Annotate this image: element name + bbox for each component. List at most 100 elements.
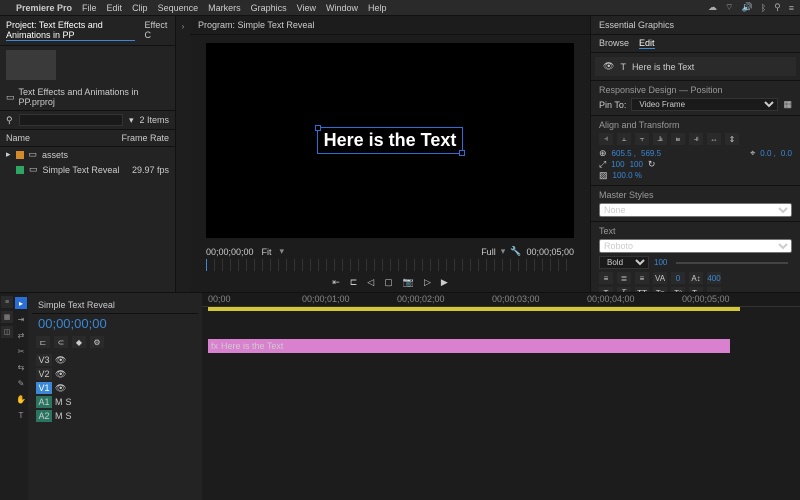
work-area-bar[interactable] <box>208 307 740 311</box>
anc-y[interactable]: 0.0 <box>781 149 792 158</box>
track-select-icon[interactable]: ⇥ <box>15 313 27 325</box>
chevron-icon[interactable]: › <box>177 20 189 32</box>
align-bottom-icon[interactable]: ⫣ <box>689 133 703 145</box>
type-tool-icon[interactable]: T <box>15 409 27 421</box>
superscript-icon[interactable]: T² <box>671 287 685 292</box>
play-button[interactable]: ▶ <box>441 277 448 288</box>
text-layer[interactable]: Here is the Text <box>317 127 464 154</box>
pin-to-select[interactable]: Video Frame <box>631 98 778 111</box>
playhead-icon[interactable] <box>206 259 207 271</box>
selection-tool-icon[interactable]: ▸ <box>15 297 27 309</box>
bin-row[interactable]: ▸ ▭ assets <box>0 147 175 162</box>
timeline-canvas[interactable]: 00;00 00;00;01;00 00;00;02;00 00;00;03;0… <box>202 293 800 500</box>
leading-value[interactable]: 400 <box>707 272 721 284</box>
align-right-icon[interactable]: ⫟ <box>635 133 649 145</box>
snap-icon[interactable]: ⊏ <box>36 336 50 348</box>
cloud-icon[interactable]: ☁ <box>708 2 717 13</box>
track-a1[interactable]: A1 <box>36 396 52 408</box>
tab-project[interactable]: Project: Text Effects and Animations in … <box>6 20 135 41</box>
align-right-text-icon[interactable]: ≡ <box>635 272 649 284</box>
step-fwd-button[interactable]: ▷ <box>424 277 431 288</box>
track-v2[interactable]: V2 <box>36 368 52 380</box>
align-top-icon[interactable]: ⫡ <box>653 133 667 145</box>
align-left-text-icon[interactable]: ≡ <box>599 272 613 284</box>
mark-in-button[interactable]: ⇤ <box>332 277 340 288</box>
underline-icon[interactable]: _ <box>707 287 721 292</box>
menu-markers[interactable]: Markers <box>208 3 241 13</box>
faux-bold-icon[interactable]: T <box>599 287 613 292</box>
wifi-icon[interactable]: ⌔ <box>725 2 733 13</box>
distribute-h-icon[interactable]: ⇔ <box>707 133 721 145</box>
filter-icon[interactable]: ▾ <box>129 115 134 126</box>
leading-icon[interactable]: A↕ <box>689 272 703 284</box>
track-a2[interactable]: A2 <box>36 410 52 422</box>
font-weight-select[interactable]: Bold <box>599 256 649 269</box>
settings-icon[interactable]: ⚙ <box>90 336 104 348</box>
hand-tool-icon[interactable]: ✋ <box>15 393 27 405</box>
align-center-text-icon[interactable]: ≣ <box>617 272 631 284</box>
font-size[interactable]: 100 <box>654 258 667 267</box>
subscript-icon[interactable]: T₂ <box>689 287 703 292</box>
razor-tool-icon[interactable]: ✂ <box>15 345 27 357</box>
menu-edit[interactable]: Edit <box>107 3 123 13</box>
scale-h[interactable]: 100 <box>630 160 643 169</box>
video-clip[interactable]: fxHere is the Text <box>208 339 730 353</box>
pos-y[interactable]: 569.5 <box>641 149 661 158</box>
pos-x[interactable]: 605.5 , <box>612 149 636 158</box>
timeline-ruler[interactable]: 00;00 00;00;01;00 00;00;02;00 00;00;03;0… <box>202 293 800 307</box>
tab-timeline[interactable]: Simple Text Reveal <box>38 300 115 310</box>
menu-file[interactable]: File <box>82 3 97 13</box>
toggle-output-icon[interactable]: 👁 <box>55 369 66 380</box>
list-view-icon[interactable]: ≡ <box>1 296 13 308</box>
sequence-row[interactable]: ▭ Simple Text Reveal 29.97 fps <box>0 162 175 177</box>
tab-program[interactable]: Program: Simple Text Reveal <box>198 20 314 30</box>
volume-icon[interactable]: 🔊 <box>742 2 753 13</box>
bluetooth-icon[interactable]: ᛒ <box>761 3 766 13</box>
ripple-edit-icon[interactable]: ⇄ <box>15 329 27 341</box>
allcaps-icon[interactable]: TT <box>635 287 649 292</box>
program-ruler[interactable] <box>206 259 574 271</box>
eye-icon[interactable]: 👁 <box>603 61 614 72</box>
marker-icon[interactable]: ◆ <box>72 336 86 348</box>
col-name[interactable]: Name <box>6 133 121 143</box>
track-v1[interactable]: V1 <box>36 382 52 394</box>
export-frame-button[interactable]: 📷 <box>403 277 414 288</box>
icon-view-icon[interactable]: ▦ <box>1 311 13 323</box>
size-slider[interactable] <box>676 262 788 264</box>
font-select[interactable]: Roboto <box>599 239 792 253</box>
menu-help[interactable]: Help <box>368 3 387 13</box>
menu-graphics[interactable]: Graphics <box>251 3 287 13</box>
toggle-output-icon[interactable]: 👁 <box>55 383 66 394</box>
menu-view[interactable]: View <box>297 3 316 13</box>
track-v3[interactable]: V3 <box>36 354 52 366</box>
tracking-icon[interactable]: VA <box>653 272 667 284</box>
align-hcenter-icon[interactable]: ⫠ <box>617 133 631 145</box>
tab-browse[interactable]: Browse <box>599 38 629 49</box>
quality[interactable]: Full <box>481 247 496 257</box>
layer-row[interactable]: 👁 T Here is the Text <box>595 57 796 76</box>
menu-clip[interactable]: Clip <box>132 3 148 13</box>
insert-button[interactable]: ⊏ <box>350 277 358 288</box>
tab-effects[interactable]: Effect C <box>145 20 169 41</box>
timeline-timecode[interactable]: 00;00;00;00 <box>32 314 198 333</box>
tab-edit[interactable]: Edit <box>639 38 655 49</box>
zoom-fit[interactable]: Fit <box>262 247 272 257</box>
anc-x[interactable]: 0.0 , <box>760 149 776 158</box>
freeform-icon[interactable]: ◫ <box>1 326 13 338</box>
disclosure-icon[interactable]: ▸ <box>6 149 11 160</box>
linked-icon[interactable]: ⊂ <box>54 336 68 348</box>
distribute-v-icon[interactable]: ⇕ <box>725 133 739 145</box>
tracking-value[interactable]: 0 <box>671 272 685 284</box>
toggle-output-icon[interactable]: 👁 <box>55 355 66 366</box>
slip-tool-icon[interactable]: ⇆ <box>15 361 27 373</box>
col-framerate[interactable]: Frame Rate <box>121 133 169 143</box>
align-left-icon[interactable]: ⫞ <box>599 133 613 145</box>
search-input[interactable] <box>19 114 123 126</box>
smallcaps-icon[interactable]: Tᴛ <box>653 287 667 292</box>
menu-sequence[interactable]: Sequence <box>158 3 199 13</box>
magnify-icon[interactable]: ⚲ <box>774 2 781 13</box>
master-styles-select[interactable]: None <box>599 203 792 217</box>
menu-icon[interactable]: ≡ <box>789 3 794 13</box>
timecode-left[interactable]: 00;00;00;00 <box>206 247 254 257</box>
pin-box-icon[interactable]: ▦ <box>783 99 792 110</box>
